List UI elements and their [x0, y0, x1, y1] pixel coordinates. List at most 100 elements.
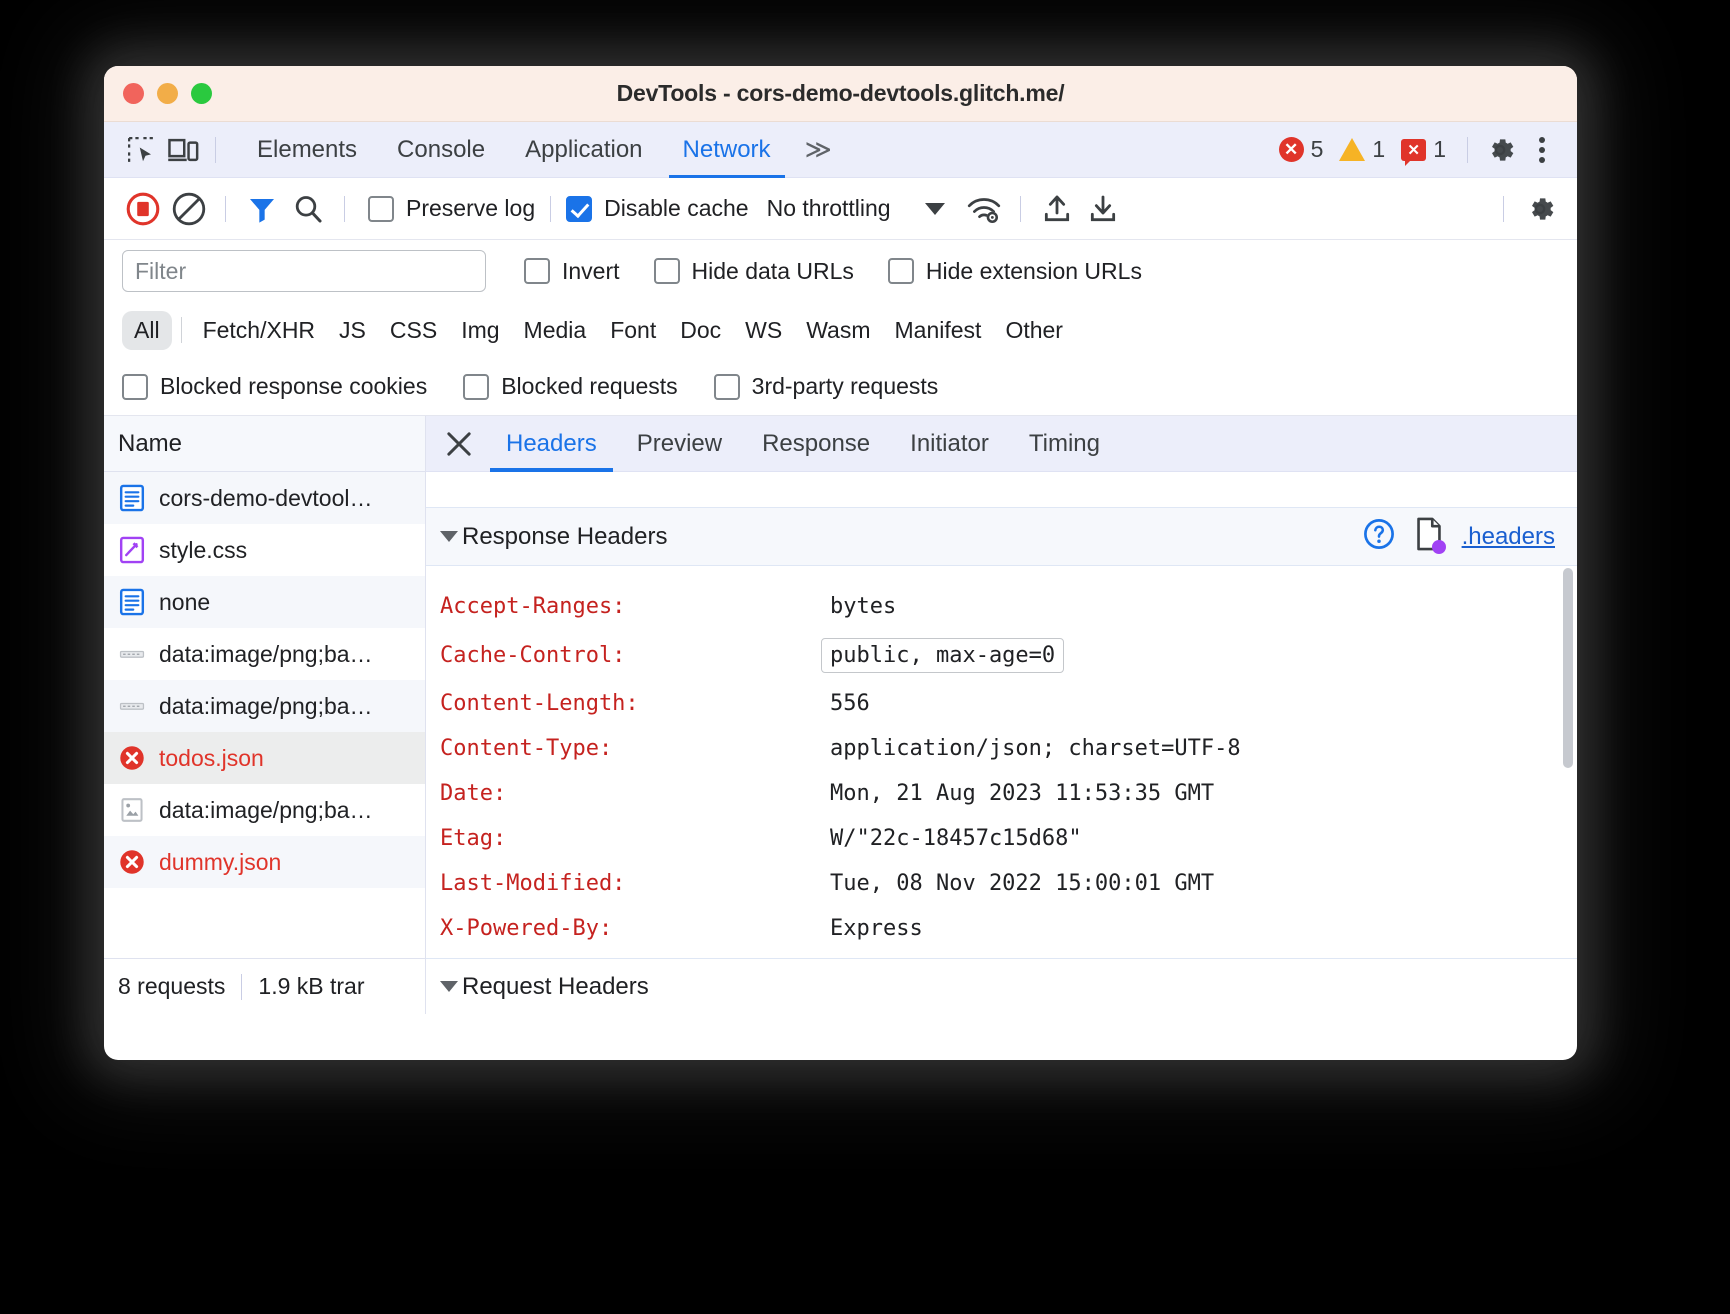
tab-timing[interactable]: Timing	[1009, 416, 1120, 472]
close-icon[interactable]	[436, 421, 482, 467]
invert-checkbox[interactable]: Invert	[524, 258, 620, 285]
kebab-menu-icon[interactable]	[1521, 130, 1563, 170]
hide-extension-urls-box[interactable]	[888, 258, 914, 284]
tab-elements[interactable]: Elements	[237, 122, 377, 178]
hide-data-urls-checkbox[interactable]: Hide data URLs	[654, 258, 854, 285]
tab-preview[interactable]: Preview	[617, 416, 742, 472]
table-row[interactable]: todos.json	[104, 732, 425, 784]
chevron-down-icon[interactable]	[440, 531, 458, 542]
devtools-window: DevTools - cors-demo-devtools.glitch.me/	[104, 66, 1577, 1060]
maximize-window-button[interactable]	[191, 83, 212, 104]
message-counter[interactable]: ✕ 1	[1401, 136, 1446, 163]
download-har-icon[interactable]	[1082, 189, 1124, 229]
type-filter-wasm[interactable]: Wasm	[794, 311, 882, 350]
header-name: Last-Modified:	[440, 871, 830, 896]
preserve-log-box[interactable]	[368, 196, 394, 222]
header-name: Accept-Ranges:	[440, 594, 830, 619]
blocked-response-cookies-checkbox[interactable]: Blocked response cookies	[122, 373, 427, 400]
type-filter-other[interactable]: Other	[993, 311, 1075, 350]
header-value[interactable]: Tue, 08 Nov 2022 15:00:01 GMT	[830, 871, 1214, 896]
table-row[interactable]: cors-demo-devtool…	[104, 472, 425, 524]
wifi-settings-icon[interactable]	[963, 189, 1005, 229]
blocked-requests-box[interactable]	[463, 374, 489, 400]
clear-icon[interactable]	[168, 189, 210, 229]
error-circle-icon	[118, 744, 146, 772]
tab-application[interactable]: Application	[505, 122, 662, 178]
table-row[interactable]: style.css	[104, 524, 425, 576]
headers-file-icon[interactable]	[1414, 517, 1444, 556]
header-value[interactable]: 556	[830, 691, 870, 716]
net-toolbar-divider	[225, 196, 226, 222]
tab-console[interactable]: Console	[377, 122, 505, 178]
table-row[interactable]: data:image/png;ba…	[104, 628, 425, 680]
table-row[interactable]: dummy.json	[104, 836, 425, 888]
headers-scrollbar[interactable]	[1563, 568, 1573, 1004]
headers-scrollbar-thumb[interactable]	[1563, 568, 1573, 768]
preserve-log-checkbox[interactable]: Preserve log	[368, 195, 535, 222]
minimize-window-button[interactable]	[157, 83, 178, 104]
type-filter-img[interactable]: Img	[449, 311, 511, 350]
tab-response[interactable]: Response	[742, 416, 890, 472]
table-row[interactable]: data:image/png;ba…	[104, 784, 425, 836]
header-value[interactable]: W/"22c-18457c15d68"	[830, 826, 1082, 851]
header-row: Accept-Ranges: bytes	[440, 584, 1577, 629]
header-value[interactable]: Mon, 21 Aug 2023 11:53:35 GMT	[830, 781, 1214, 806]
help-circle-icon[interactable]	[1362, 517, 1396, 556]
hide-extension-urls-checkbox[interactable]: Hide extension URLs	[888, 258, 1142, 285]
disable-cache-checkbox[interactable]: Disable cache	[566, 195, 748, 222]
inspect-element-icon[interactable]	[120, 130, 162, 170]
type-filter-fetch-xhr[interactable]: Fetch/XHR	[191, 311, 327, 350]
response-headers-section-header[interactable]: Response Headers	[426, 508, 1577, 566]
tab-network[interactable]: Network	[663, 122, 791, 178]
type-filter-ws[interactable]: WS	[733, 311, 794, 350]
request-column-header[interactable]: Name	[104, 416, 425, 472]
header-value[interactable]: application/json; charset=UTF-8	[830, 736, 1241, 761]
error-count: 5	[1311, 136, 1324, 163]
type-filter-media[interactable]: Media	[512, 311, 599, 350]
filter-input[interactable]	[122, 250, 486, 292]
tab-initiator[interactable]: Initiator	[890, 416, 1009, 472]
throttling-value: No throttling	[767, 195, 891, 222]
throttling-select[interactable]: No throttling	[767, 195, 945, 222]
gear-icon[interactable]	[1479, 130, 1521, 170]
request-headers-section-header[interactable]: Request Headers	[426, 958, 1577, 1014]
close-window-button[interactable]	[123, 83, 144, 104]
header-value-editable[interactable]: public, max-age=0	[821, 638, 1064, 673]
warning-counter[interactable]: 1	[1339, 136, 1385, 163]
more-tabs-icon[interactable]: ≫	[791, 134, 844, 165]
upload-har-icon[interactable]	[1036, 189, 1078, 229]
header-name: X-Powered-By:	[440, 916, 830, 941]
extra-filters: Blocked response cookies Blocked request…	[104, 358, 1577, 416]
blocked-requests-checkbox[interactable]: Blocked requests	[463, 373, 677, 400]
third-party-requests-checkbox[interactable]: 3rd-party requests	[714, 373, 939, 400]
chevron-down-icon[interactable]	[440, 981, 458, 992]
record-stop-icon[interactable]	[122, 189, 164, 229]
header-name: Etag:	[440, 826, 830, 851]
hide-data-urls-box[interactable]	[654, 258, 680, 284]
blocked-response-cookies-box[interactable]	[122, 374, 148, 400]
filter-funnel-icon[interactable]	[241, 189, 283, 229]
disable-cache-box[interactable]	[566, 196, 592, 222]
type-filter-manifest[interactable]: Manifest	[883, 311, 994, 350]
network-settings-gear-icon[interactable]	[1519, 189, 1561, 229]
error-counter[interactable]: ✕ 5	[1279, 136, 1324, 163]
type-filter-font[interactable]: Font	[598, 311, 668, 350]
header-value[interactable]: bytes	[830, 594, 896, 619]
header-row: Last-Modified: Tue, 08 Nov 2022 15:00:01…	[440, 861, 1577, 906]
third-party-requests-box[interactable]	[714, 374, 740, 400]
type-filter-css[interactable]: CSS	[378, 311, 449, 350]
header-value[interactable]: Express	[830, 916, 923, 941]
type-filter-js[interactable]: JS	[327, 311, 378, 350]
device-toolbar-icon[interactable]	[162, 130, 204, 170]
table-row[interactable]: none	[104, 576, 425, 628]
type-filter-all[interactable]: All	[122, 311, 172, 350]
tab-headers[interactable]: Headers	[486, 416, 617, 472]
document-icon	[118, 484, 146, 512]
message-bubble-icon: ✕	[1401, 139, 1426, 161]
headers-file-link[interactable]: .headers	[1462, 523, 1555, 551]
table-row[interactable]: data:image/png;ba…	[104, 680, 425, 732]
invert-box[interactable]	[524, 258, 550, 284]
type-filter-doc[interactable]: Doc	[668, 311, 733, 350]
request-name: cors-demo-devtool…	[159, 485, 372, 512]
search-icon[interactable]	[287, 189, 329, 229]
